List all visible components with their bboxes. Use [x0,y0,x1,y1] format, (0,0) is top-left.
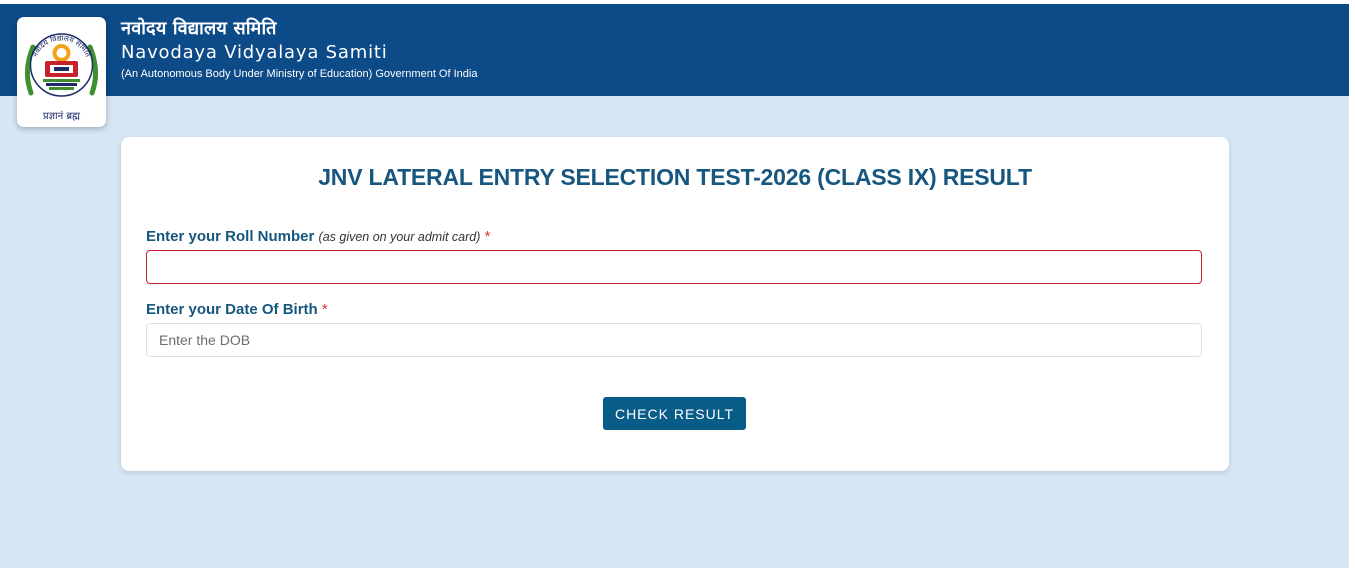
roll-number-label-text: Enter your Roll Number [146,228,315,245]
logo-caption: प्रज्ञानं ब्रह्म [42,111,81,122]
site-header: नवोदय विद्यालय समिति Navodaya Vidyalaya … [0,4,1349,96]
dob-input[interactable] [146,323,1202,357]
dob-label: Enter your Date Of Birth * [146,301,328,318]
dob-label-text: Enter your Date Of Birth [146,301,318,318]
roll-number-note: (as given on your admit card) [318,230,481,244]
scrollbar-track[interactable] [1349,0,1355,568]
check-result-button[interactable]: CHECK RESULT [603,397,746,430]
result-form-card: JNV LATERAL ENTRY SELECTION TEST-2026 (C… [121,137,1229,471]
roll-number-label: Enter your Roll Number (as given on your… [146,228,490,245]
org-title-english: Navodaya Vidyalaya Samiti [121,42,388,63]
roll-number-required-mark: * [484,228,491,245]
roll-number-input[interactable] [146,250,1202,284]
dob-required-mark: * [321,301,328,318]
nvs-logo[interactable]: नवोदय विद्यालय समिति प्रज्ञानं ब्रह्म [17,17,106,127]
form-title: JNV LATERAL ENTRY SELECTION TEST-2026 (C… [318,164,1032,190]
org-subtitle: (An Autonomous Body Under Ministry of Ed… [121,68,478,80]
nvs-emblem-icon: नवोदय विद्यालय समिति [25,33,98,97]
org-title-hindi: नवोदय विद्यालय समिति [121,18,277,39]
